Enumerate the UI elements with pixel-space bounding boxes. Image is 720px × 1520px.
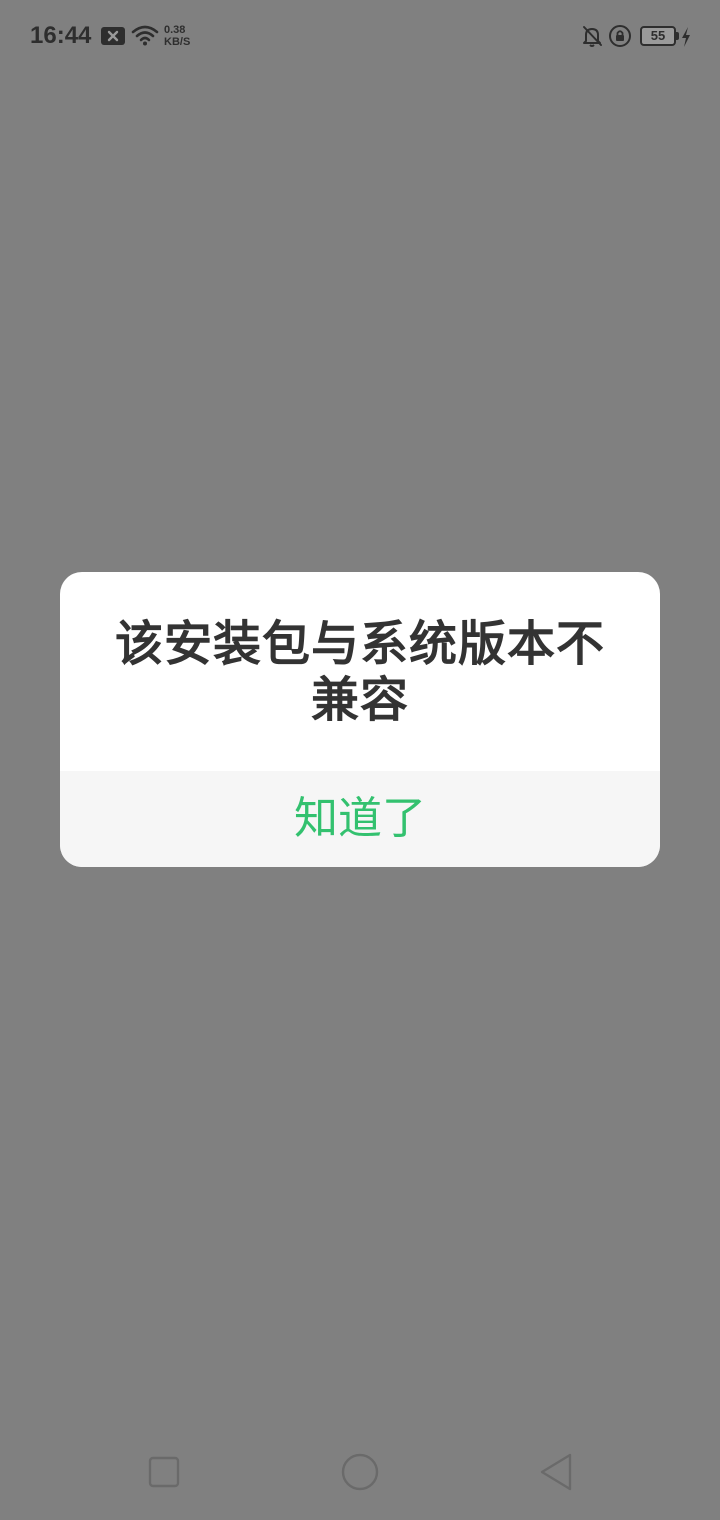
charging-bolt-icon [680,26,692,52]
screen: 16:44 0.38 KB/S 55 该安装包与系统版本不兼容 知道了 [0,0,720,1520]
network-speed-value: 0.38 [164,24,186,36]
home-icon[interactable] [340,1452,380,1496]
recent-apps-icon[interactable] [148,1456,180,1492]
battery-icon: 55 [640,26,676,46]
status-bar: 16:44 0.38 KB/S 55 [0,0,720,76]
notification-x-icon [101,27,125,45]
network-speed: 0.38 KB/S [164,24,190,48]
status-time: 16:44 [30,22,92,49]
dialog-message: 该安装包与系统版本不兼容 [114,616,605,728]
incompatible-package-dialog: 该安装包与系统版本不兼容 知道了 [60,572,660,867]
navigation-bar [0,1430,720,1520]
back-icon[interactable] [538,1452,574,1496]
bell-off-icon [580,24,604,52]
got-it-button[interactable]: 知道了 [60,771,660,867]
dialog-footer: 知道了 [60,771,660,867]
network-speed-unit: KB/S [164,36,191,48]
battery-tip [676,32,679,40]
rotation-lock-icon [608,24,632,52]
wifi-icon [131,24,159,50]
